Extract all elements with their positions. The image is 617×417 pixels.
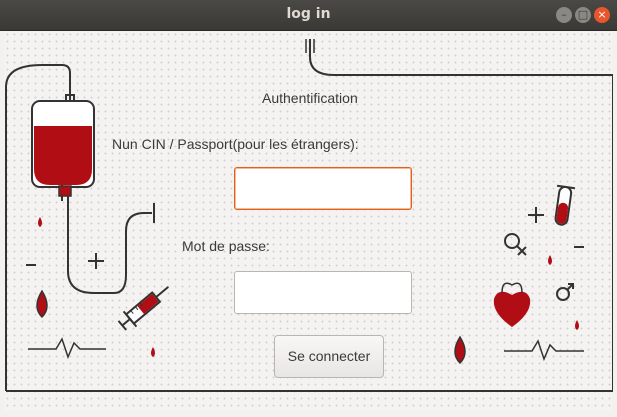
- test-tube-icon: [554, 184, 576, 226]
- plus-icon: [528, 207, 544, 223]
- maximize-button[interactable]: □: [575, 7, 591, 23]
- heart-icon: [493, 282, 531, 327]
- connect-button[interactable]: Se connecter: [274, 335, 384, 378]
- password-label: Mot de passe:: [182, 238, 270, 254]
- heartbeat-line-icon: [28, 337, 106, 360]
- male-symbol-icon: [556, 283, 574, 301]
- window-title: log in: [286, 6, 331, 22]
- heartbeat-line-icon: [504, 339, 584, 362]
- plus-icon: [88, 253, 104, 269]
- cin-label: Nun CIN / Passport(pour les étrangers):: [112, 136, 359, 152]
- cin-field[interactable]: [234, 167, 412, 210]
- login-canvas: Authentification Nun CIN / Passport(pour…: [4, 31, 613, 411]
- cin-input[interactable]: [235, 168, 411, 209]
- password-field[interactable]: [234, 271, 412, 314]
- form-heading: Authentification: [262, 90, 358, 106]
- title-bar[interactable]: log in – □ ×: [0, 0, 617, 31]
- login-window: log in – □ × Authentification Nun CIN / …: [0, 0, 617, 417]
- minimize-button[interactable]: –: [556, 7, 572, 23]
- password-input[interactable]: [235, 272, 411, 313]
- female-symbol-icon: [504, 233, 527, 256]
- close-button[interactable]: ×: [594, 7, 610, 23]
- blood-bag-icon: [31, 94, 155, 294]
